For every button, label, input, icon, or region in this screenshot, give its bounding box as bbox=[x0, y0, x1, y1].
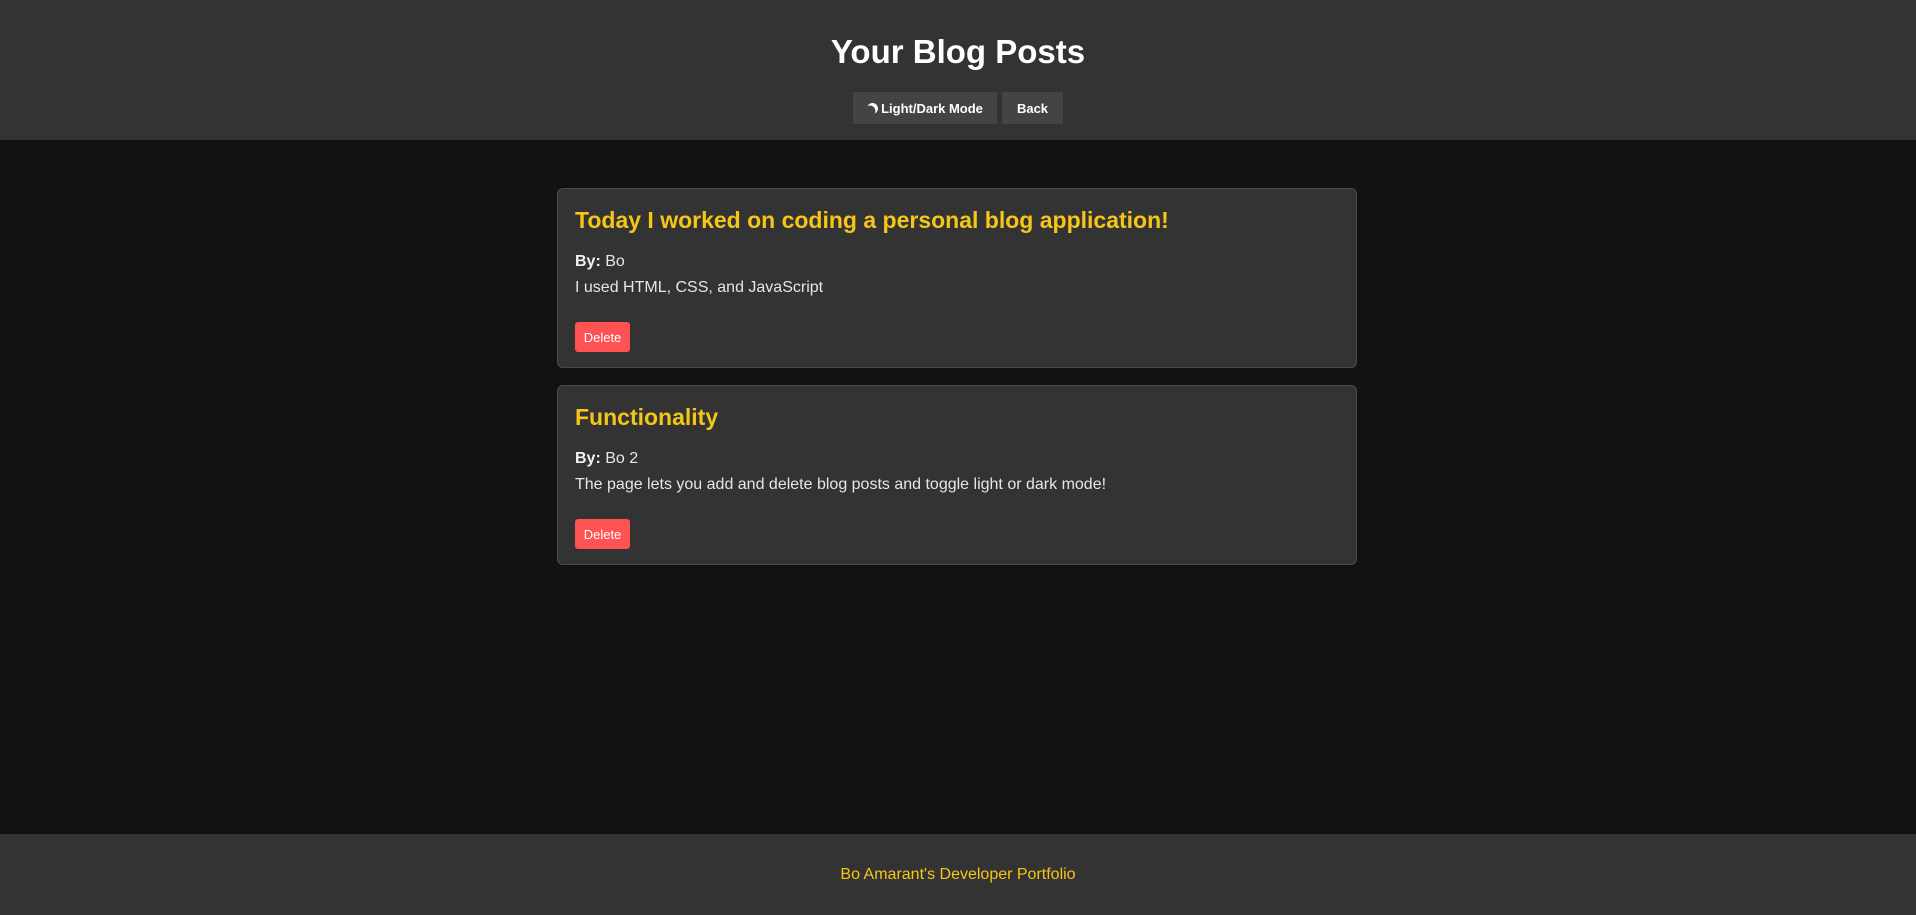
delete-post-button[interactable]: Delete bbox=[575, 322, 630, 352]
page-title: Your Blog Posts bbox=[830, 33, 1086, 70]
theme-toggle-button[interactable]: Light/Dark Mode bbox=[853, 92, 997, 124]
blog-post: Functionality By: Bo 2 The page lets you… bbox=[557, 385, 1357, 565]
portfolio-link[interactable]: Bo Amarant's Developer Portfolio bbox=[0, 865, 1916, 885]
page-footer: Bo Amarant's Developer Portfolio bbox=[0, 834, 1916, 915]
post-byline: By: Bo 2 bbox=[575, 449, 638, 469]
by-label: By: bbox=[575, 253, 601, 270]
post-byline: By: Bo bbox=[575, 252, 625, 272]
post-author: Bo bbox=[605, 253, 625, 270]
post-content: The page lets you add and delete blog po… bbox=[575, 476, 1107, 493]
post-author: Bo 2 bbox=[605, 450, 639, 467]
blog-post: Today I worked on coding a personal blog… bbox=[557, 188, 1357, 368]
moon-icon bbox=[866, 102, 879, 115]
post-title: Today I worked on coding a personal blog… bbox=[575, 207, 1169, 233]
header-button-group: Light/Dark Mode Back bbox=[0, 92, 1916, 124]
posts-list: Today I worked on coding a personal blog… bbox=[557, 188, 1357, 582]
back-button-label: Back bbox=[1016, 100, 1049, 116]
by-label: By: bbox=[575, 450, 601, 467]
delete-post-button[interactable]: Delete bbox=[575, 519, 630, 549]
page-header: Your Blog Posts Light/Dark Mode Back bbox=[0, 0, 1916, 140]
post-title: Functionality bbox=[575, 404, 719, 430]
post-content: I used HTML, CSS, and JavaScript bbox=[575, 279, 824, 296]
back-button[interactable]: Back bbox=[1002, 92, 1063, 124]
theme-toggle-label: Light/Dark Mode bbox=[881, 100, 983, 116]
